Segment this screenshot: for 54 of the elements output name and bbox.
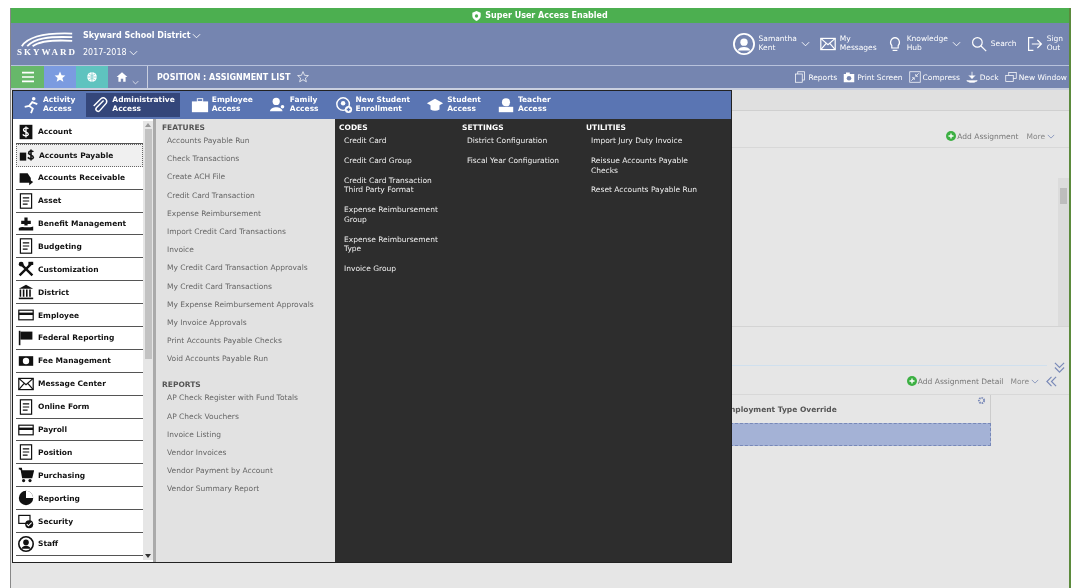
people-icon[interactable]	[268, 96, 287, 114]
briefcase-icon[interactable]	[190, 96, 209, 114]
star-icon[interactable]	[54, 71, 66, 83]
graduation-cap-icon[interactable]	[426, 96, 445, 114]
district-dropdown[interactable]: Skyward School District	[83, 31, 202, 40]
menu-button[interactable]	[11, 66, 44, 88]
person-icon	[18, 535, 34, 552]
envelope-icon	[18, 375, 34, 392]
plus-icon[interactable]	[946, 131, 957, 141]
banner-text: Super User Access Enabled	[485, 11, 608, 20]
runner-icon[interactable]	[22, 96, 40, 114]
scroll-up-icon[interactable]	[145, 123, 151, 127]
monitor-icon	[18, 513, 34, 530]
cart-icon	[18, 467, 34, 484]
scroll-down-icon[interactable]	[145, 554, 151, 558]
pie-chart-icon	[18, 490, 34, 507]
globe-button[interactable]	[76, 66, 108, 88]
logo[interactable]: SKYWARD	[17, 31, 77, 57]
person-plus-icon[interactable]	[334, 96, 353, 114]
scrollbar[interactable]	[1058, 178, 1069, 326]
caret-icon[interactable]	[1031, 378, 1039, 384]
year-dropdown[interactable]: 2017-2018	[83, 48, 202, 57]
cash-icon	[19, 147, 35, 164]
scrollbar[interactable]	[143, 121, 153, 560]
pages-icon[interactable]	[794, 71, 807, 83]
avatar-icon[interactable]	[732, 33, 755, 55]
favorites-button[interactable]	[44, 66, 76, 88]
envelope-icon[interactable]	[819, 36, 836, 52]
sign-out-icon[interactable]	[1026, 36, 1043, 52]
menu-icon[interactable]	[21, 71, 34, 83]
caret-icon[interactable]	[1047, 134, 1055, 139]
globe-icon[interactable]	[86, 71, 98, 83]
document-icon	[18, 238, 34, 255]
tools-icon	[18, 261, 34, 278]
selected-row[interactable]	[730, 423, 991, 446]
collapse-left-icon[interactable]	[1046, 375, 1057, 387]
download-icon[interactable]	[965, 71, 978, 83]
expand-down-icon[interactable]	[1054, 362, 1065, 373]
page-title: POSITION : ASSIGNMENT LIST	[157, 72, 291, 82]
settings-icon[interactable]	[977, 396, 986, 405]
home-icon[interactable]	[116, 71, 128, 83]
dollar-icon	[18, 123, 34, 140]
paperclip-icon[interactable]	[91, 96, 110, 114]
flag-icon	[18, 329, 34, 346]
search-icon[interactable]	[970, 36, 987, 52]
star-outline-icon[interactable]	[297, 71, 310, 83]
bank-icon	[18, 284, 34, 301]
camera-icon[interactable]	[843, 71, 856, 83]
plus-icon[interactable]	[906, 376, 917, 386]
document-icon	[18, 192, 34, 209]
document-icon	[18, 398, 34, 415]
document-icon	[18, 444, 34, 461]
windows-icon[interactable]	[1004, 71, 1017, 83]
compress-icon[interactable]	[908, 71, 921, 83]
